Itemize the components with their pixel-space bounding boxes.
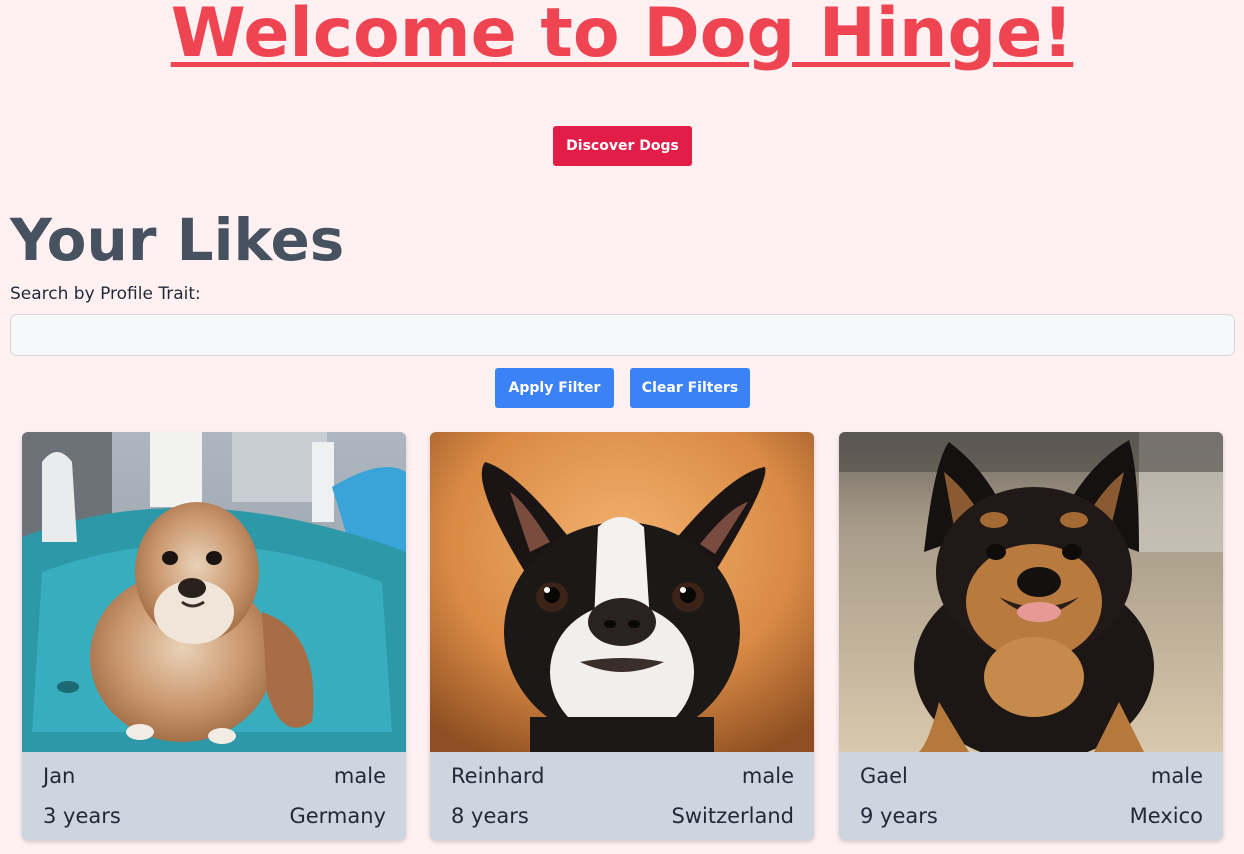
dog-card-jan[interactable]: Jan male 3 years Germany <box>22 432 406 840</box>
search-label: Search by Profile Trait: <box>10 284 201 304</box>
apply-filter-button[interactable]: Apply Filter <box>495 368 614 408</box>
dog-card-reinhard[interactable]: Reinhard male 8 years Switzerland <box>430 432 814 840</box>
dog-age: 9 years <box>860 804 938 828</box>
dog-age: 8 years <box>451 804 529 828</box>
dog-photo-reinhard <box>430 432 814 752</box>
dog-card-gael[interactable]: Gael male 9 years Mexico <box>839 432 1223 840</box>
dog-country: Germany <box>289 804 386 828</box>
search-input[interactable] <box>10 314 1235 356</box>
dog-country: Switzerland <box>671 804 795 828</box>
likes-heading: Your Likes <box>10 206 345 274</box>
discover-dogs-button[interactable]: Discover Dogs <box>553 126 692 166</box>
dog-gender: male <box>741 764 794 788</box>
dog-country: Mexico <box>1129 804 1203 828</box>
dog-name: Jan <box>43 764 76 788</box>
page-title: Welcome to Dog Hinge! <box>170 0 1074 73</box>
dog-age: 3 years <box>43 804 121 828</box>
dog-gender: male <box>333 764 386 788</box>
dog-photo-jan <box>22 432 406 752</box>
dog-gender: male <box>1150 764 1203 788</box>
dog-name: Reinhard <box>451 764 545 788</box>
dog-photo-gael <box>839 432 1223 752</box>
clear-filters-button[interactable]: Clear Filters <box>630 368 750 408</box>
dog-name: Gael <box>860 764 908 788</box>
